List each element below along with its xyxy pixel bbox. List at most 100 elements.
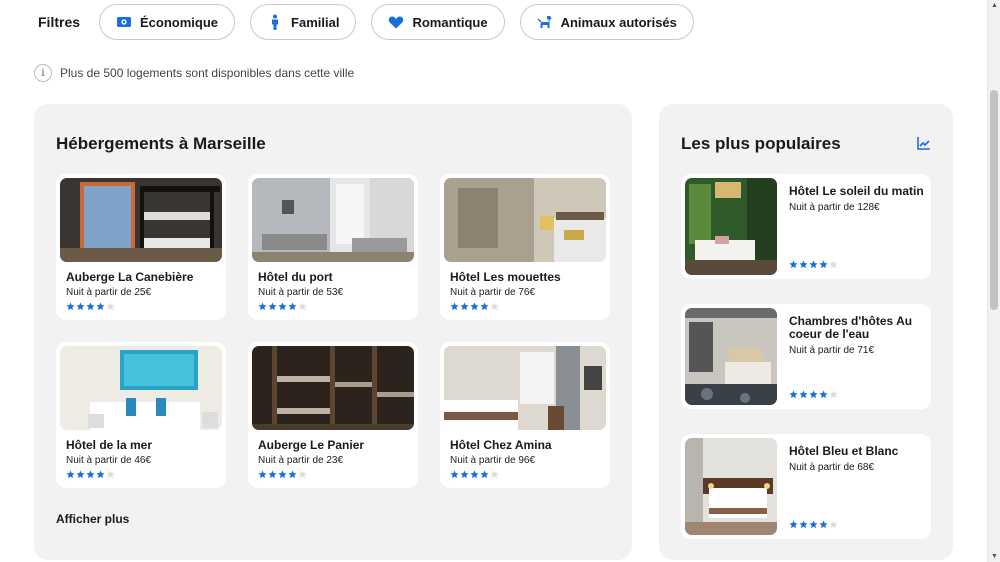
scroll-down-icon[interactable]: ▼ xyxy=(991,553,998,560)
hotel-card[interactable]: Hôtel de la mer Nuit à partir de 46€ xyxy=(56,342,226,488)
popular-hotel-info: Hôtel Le soleil du matin Nuit à partir d… xyxy=(777,178,927,275)
star-filled-icon xyxy=(460,302,469,311)
hotel-name: Hôtel du port xyxy=(258,270,333,284)
dog-icon xyxy=(537,16,552,28)
hotel-photo xyxy=(60,178,222,262)
hotel-photo xyxy=(685,178,777,275)
scroll-up-icon[interactable]: ▲ xyxy=(991,2,998,9)
hotel-photo xyxy=(685,308,777,405)
star-rating xyxy=(789,520,838,529)
hotel-card[interactable]: Auberge Le Panier Nuit à partir de 23€ xyxy=(248,342,418,488)
hotel-price: Nuit à partir de 23€ xyxy=(258,455,344,466)
star-filled-icon xyxy=(480,302,489,311)
star-rating xyxy=(450,302,606,311)
star-rating xyxy=(258,302,414,311)
trending-chart-icon[interactable] xyxy=(917,136,931,150)
star-filled-icon xyxy=(799,260,808,269)
star-empty-icon xyxy=(829,260,838,269)
info-text: Plus de 500 logements sont disponibles d… xyxy=(60,66,355,80)
star-filled-icon xyxy=(789,520,798,529)
hotel-price: Nuit à partir de 71€ xyxy=(789,345,875,356)
hotel-price: Nuit à partir de 68€ xyxy=(789,462,875,473)
money-icon xyxy=(117,17,132,27)
star-filled-icon xyxy=(809,260,818,269)
star-filled-icon xyxy=(819,390,828,399)
star-empty-icon xyxy=(829,390,838,399)
hotel-card[interactable]: Hôtel Chez Amina Nuit à partir de 96€ xyxy=(440,342,610,488)
heart-icon xyxy=(389,16,404,29)
hotel-name: Hôtel de la mer xyxy=(66,438,153,452)
filter-label: Familial xyxy=(291,14,340,30)
star-filled-icon xyxy=(96,302,105,311)
star-filled-icon xyxy=(278,302,287,311)
filter-romantique-button[interactable]: Romantique xyxy=(371,4,505,40)
popular-title: Les plus populaires xyxy=(681,134,841,153)
popular-hotel-card[interactable]: Chambres d'hôtes Au coeur de l'eau Nuit … xyxy=(681,304,931,409)
star-filled-icon xyxy=(819,260,828,269)
star-empty-icon xyxy=(490,302,499,311)
star-filled-icon xyxy=(86,470,95,479)
info-icon: i xyxy=(34,64,52,82)
hotel-photo xyxy=(252,178,414,262)
star-filled-icon xyxy=(819,520,828,529)
accommodations-panel: Hébergements à Marseille Auberge La Cane… xyxy=(34,104,632,560)
hotel-price: Nuit à partir de 76€ xyxy=(450,287,536,298)
filter-label: Romantique xyxy=(412,14,488,30)
filter-label: Économique xyxy=(140,14,219,30)
hotel-name: Auberge La Canebière xyxy=(66,270,194,284)
hotel-card[interactable]: Hôtel Les mouettes Nuit à partir de 76€ xyxy=(440,174,610,320)
hotel-grid: Auberge La Canebière Nuit à partir de 25… xyxy=(56,174,610,488)
filter-label: Animaux autorisés xyxy=(560,14,677,30)
star-filled-icon xyxy=(470,470,479,479)
star-filled-icon xyxy=(96,470,105,479)
hotel-name: Hôtel Bleu et Blanc xyxy=(789,444,899,458)
popular-hotel-card[interactable]: Hôtel Le soleil du matin Nuit à partir d… xyxy=(681,174,931,279)
star-filled-icon xyxy=(809,520,818,529)
star-rating xyxy=(789,390,838,399)
popular-hotel-info: Hôtel Bleu et Blanc Nuit à partir de 68€ xyxy=(777,438,927,535)
star-filled-icon xyxy=(789,260,798,269)
star-filled-icon xyxy=(450,302,459,311)
star-filled-icon xyxy=(470,302,479,311)
hotel-photo xyxy=(444,346,606,430)
popular-panel: Les plus populaires Hôtel Le soleil du m… xyxy=(659,104,953,560)
star-filled-icon xyxy=(66,470,75,479)
hotel-photo xyxy=(685,438,777,535)
page-scrollbar[interactable]: ▲ ▼ xyxy=(987,0,1000,562)
hotel-price: Nuit à partir de 25€ xyxy=(66,287,152,298)
hotel-price: Nuit à partir de 128€ xyxy=(789,202,880,213)
star-filled-icon xyxy=(288,302,297,311)
star-filled-icon xyxy=(258,302,267,311)
info-message: i Plus de 500 logements sont disponibles… xyxy=(34,64,354,82)
star-filled-icon xyxy=(799,390,808,399)
hotel-price: Nuit à partir de 46€ xyxy=(66,455,152,466)
filters-label: Filtres xyxy=(38,14,81,30)
popular-hotel-info: Chambres d'hôtes Au coeur de l'eau Nuit … xyxy=(777,308,927,405)
scroll-thumb[interactable] xyxy=(990,90,998,310)
hotel-photo xyxy=(444,178,606,262)
star-filled-icon xyxy=(288,470,297,479)
star-empty-icon xyxy=(298,470,307,479)
hotel-card[interactable]: Auberge La Canebière Nuit à partir de 25… xyxy=(56,174,226,320)
star-empty-icon xyxy=(106,302,115,311)
filter-economique-button[interactable]: Économique xyxy=(99,4,236,40)
star-filled-icon xyxy=(268,470,277,479)
hotel-price: Nuit à partir de 96€ xyxy=(450,455,536,466)
popular-hotel-card[interactable]: Hôtel Bleu et Blanc Nuit à partir de 68€ xyxy=(681,434,931,539)
star-filled-icon xyxy=(278,470,287,479)
star-filled-icon xyxy=(66,302,75,311)
hotel-photo xyxy=(60,346,222,430)
hotel-name: Auberge Le Panier xyxy=(258,438,365,452)
star-filled-icon xyxy=(258,470,267,479)
filter-animaux-button[interactable]: Animaux autorisés xyxy=(519,4,694,40)
star-filled-icon xyxy=(460,470,469,479)
hotel-card[interactable]: Hôtel du port Nuit à partir de 53€ xyxy=(248,174,418,320)
star-empty-icon xyxy=(298,302,307,311)
star-rating xyxy=(789,260,838,269)
star-rating xyxy=(258,470,414,479)
show-more-link[interactable]: Afficher plus xyxy=(56,512,129,526)
popular-list: Hôtel Le soleil du matin Nuit à partir d… xyxy=(681,174,931,539)
hotel-name: Hôtel Le soleil du matin xyxy=(789,184,924,198)
filter-familial-button[interactable]: Familial xyxy=(250,4,357,40)
page-title: Hébergements à Marseille xyxy=(56,134,266,153)
